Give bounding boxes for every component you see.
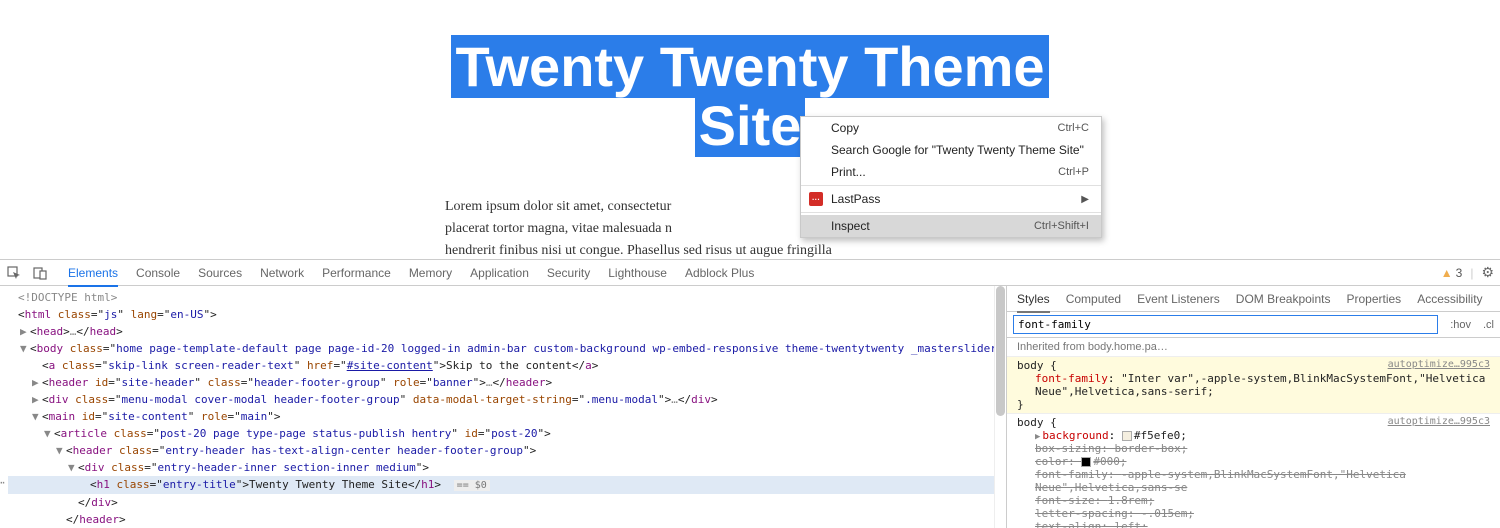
- scrollbar-thumb[interactable]: [996, 286, 1005, 416]
- css-decl[interactable]: color: #000;: [1017, 455, 1490, 468]
- page-heading-line1: Twenty Twenty Theme: [451, 35, 1048, 98]
- devtools-body: ⋯ <!DOCTYPE html><html class="js" lang="…: [0, 286, 1500, 528]
- css-rule[interactable]: autoptimize…995c3 body { ▶background: #f…: [1007, 414, 1500, 528]
- inherited-from: Inherited from body.home.pa…: [1007, 338, 1500, 357]
- dom-line[interactable]: <!DOCTYPE html>: [8, 289, 994, 306]
- dom-line[interactable]: ▼<header class="entry-header has-text-al…: [8, 442, 994, 459]
- dom-line[interactable]: <h1 class="entry-title">Twenty Twenty Th…: [8, 476, 994, 494]
- css-decl[interactable]: font-size: 1.8rem;: [1017, 494, 1490, 507]
- styles-filter-row: :hov .cl: [1007, 312, 1500, 338]
- color-swatch[interactable]: [1081, 457, 1091, 467]
- css-rule-matched[interactable]: autoptimize…995c3 body { font-family: "I…: [1007, 357, 1500, 414]
- dom-line[interactable]: ▼<body class="home page-template-default…: [8, 340, 994, 357]
- inspect-element-icon[interactable]: [6, 265, 22, 281]
- tab-properties[interactable]: Properties: [1346, 286, 1401, 311]
- tab-styles[interactable]: Styles: [1017, 286, 1050, 313]
- dom-line[interactable]: ▶<header id="site-header" class="header-…: [8, 374, 994, 391]
- color-swatch[interactable]: [1122, 431, 1132, 441]
- styles-filter-input[interactable]: [1013, 315, 1438, 334]
- hov-toggle[interactable]: :hov: [1444, 319, 1477, 331]
- warnings-count[interactable]: ▲ 3: [1441, 266, 1463, 280]
- devtools: Elements Console Sources Network Perform…: [0, 259, 1500, 528]
- tab-security[interactable]: Security: [547, 260, 590, 286]
- gear-icon[interactable]: ⚙: [1481, 264, 1494, 281]
- context-menu-search-google[interactable]: Search Google for "Twenty Twenty Theme S…: [801, 139, 1101, 161]
- device-toolbar-icon[interactable]: [32, 265, 48, 281]
- warning-icon: ▲: [1441, 266, 1453, 280]
- devtools-toolbar-right: ▲ 3 | ⚙: [1441, 264, 1494, 281]
- tab-adblock-plus[interactable]: Adblock Plus: [685, 260, 754, 286]
- context-menu: Copy Ctrl+C Search Google for "Twenty Tw…: [800, 116, 1102, 238]
- tab-network[interactable]: Network: [260, 260, 304, 286]
- styles-tabs: Styles Computed Event Listeners DOM Brea…: [1007, 286, 1500, 312]
- context-menu-separator: [801, 212, 1101, 213]
- tab-console[interactable]: Console: [136, 260, 180, 286]
- source-link[interactable]: autoptimize…995c3: [1388, 359, 1490, 370]
- dom-line[interactable]: </div>: [8, 494, 994, 511]
- tab-elements[interactable]: Elements: [68, 260, 118, 287]
- chevron-right-icon: ▶: [1081, 194, 1089, 205]
- tab-application[interactable]: Application: [470, 260, 529, 286]
- scrollbar[interactable]: [994, 286, 1006, 528]
- dom-tree[interactable]: ⋯ <!DOCTYPE html><html class="js" lang="…: [0, 286, 994, 528]
- tab-performance[interactable]: Performance: [322, 260, 391, 286]
- context-menu-lastpass[interactable]: ··· LastPass ▶: [801, 188, 1101, 210]
- css-decl[interactable]: text-align: left;: [1017, 520, 1490, 528]
- context-menu-separator: [801, 185, 1101, 186]
- dom-line[interactable]: <html class="js" lang="en-US">: [8, 306, 994, 323]
- devtools-tabs: Elements Console Sources Network Perform…: [68, 260, 754, 286]
- css-rules: Inherited from body.home.pa… autoptimize…: [1007, 338, 1500, 528]
- tab-event-listeners[interactable]: Event Listeners: [1137, 286, 1220, 311]
- context-menu-copy[interactable]: Copy Ctrl+C: [801, 117, 1101, 139]
- page-heading: Twenty Twenty Theme Site: [0, 0, 1500, 156]
- cls-toggle[interactable]: .cl: [1477, 319, 1500, 331]
- tab-dom-breakpoints[interactable]: DOM Breakpoints: [1236, 286, 1331, 311]
- dom-line[interactable]: ▼<div class="entry-header-inner section-…: [8, 459, 994, 476]
- devtools-toolbar: Elements Console Sources Network Perform…: [0, 260, 1500, 286]
- styles-panel: Styles Computed Event Listeners DOM Brea…: [1006, 286, 1500, 528]
- source-link[interactable]: autoptimize…995c3: [1388, 416, 1490, 427]
- css-decl[interactable]: font-family: -apple-system,BlinkMacSyste…: [1017, 468, 1490, 494]
- ellipsis-icon: ⋯: [0, 474, 5, 491]
- css-decl[interactable]: ▶background: #f5efe0;: [1017, 429, 1490, 442]
- css-decl[interactable]: box-sizing: border-box;: [1017, 442, 1490, 455]
- tab-accessibility[interactable]: Accessibility: [1417, 286, 1482, 311]
- dom-line[interactable]: ▼<article class="post-20 page type-page …: [8, 425, 994, 442]
- css-decl[interactable]: font-family: "Inter var",-apple-system,B…: [1017, 372, 1490, 398]
- expand-arrow-icon[interactable]: ▶: [1035, 432, 1040, 442]
- inherited-from-link[interactable]: body.home.pa…: [1088, 341, 1168, 353]
- dom-line[interactable]: ▶<div class="menu-modal cover-modal head…: [8, 391, 994, 408]
- browser-viewport: Twenty Twenty Theme Site Lorem ipsum dol…: [0, 0, 1500, 259]
- tab-memory[interactable]: Memory: [409, 260, 452, 286]
- dom-line[interactable]: </header>: [8, 511, 994, 528]
- dom-line[interactable]: <a class="skip-link screen-reader-text" …: [8, 357, 994, 374]
- context-menu-inspect[interactable]: Inspect Ctrl+Shift+I: [801, 215, 1101, 237]
- dom-line[interactable]: ▼<main id="site-content" role="main">: [8, 408, 994, 425]
- css-decl[interactable]: letter-spacing: -.015em;: [1017, 507, 1490, 520]
- divider: |: [1470, 266, 1473, 280]
- context-menu-print[interactable]: Print... Ctrl+P: [801, 161, 1101, 183]
- tab-lighthouse[interactable]: Lighthouse: [608, 260, 667, 286]
- tab-sources[interactable]: Sources: [198, 260, 242, 286]
- dom-line[interactable]: ▶<head>…</head>: [8, 323, 994, 340]
- lastpass-icon: ···: [809, 192, 823, 206]
- page-heading-line2: Site: [695, 94, 806, 157]
- tab-computed[interactable]: Computed: [1066, 286, 1121, 311]
